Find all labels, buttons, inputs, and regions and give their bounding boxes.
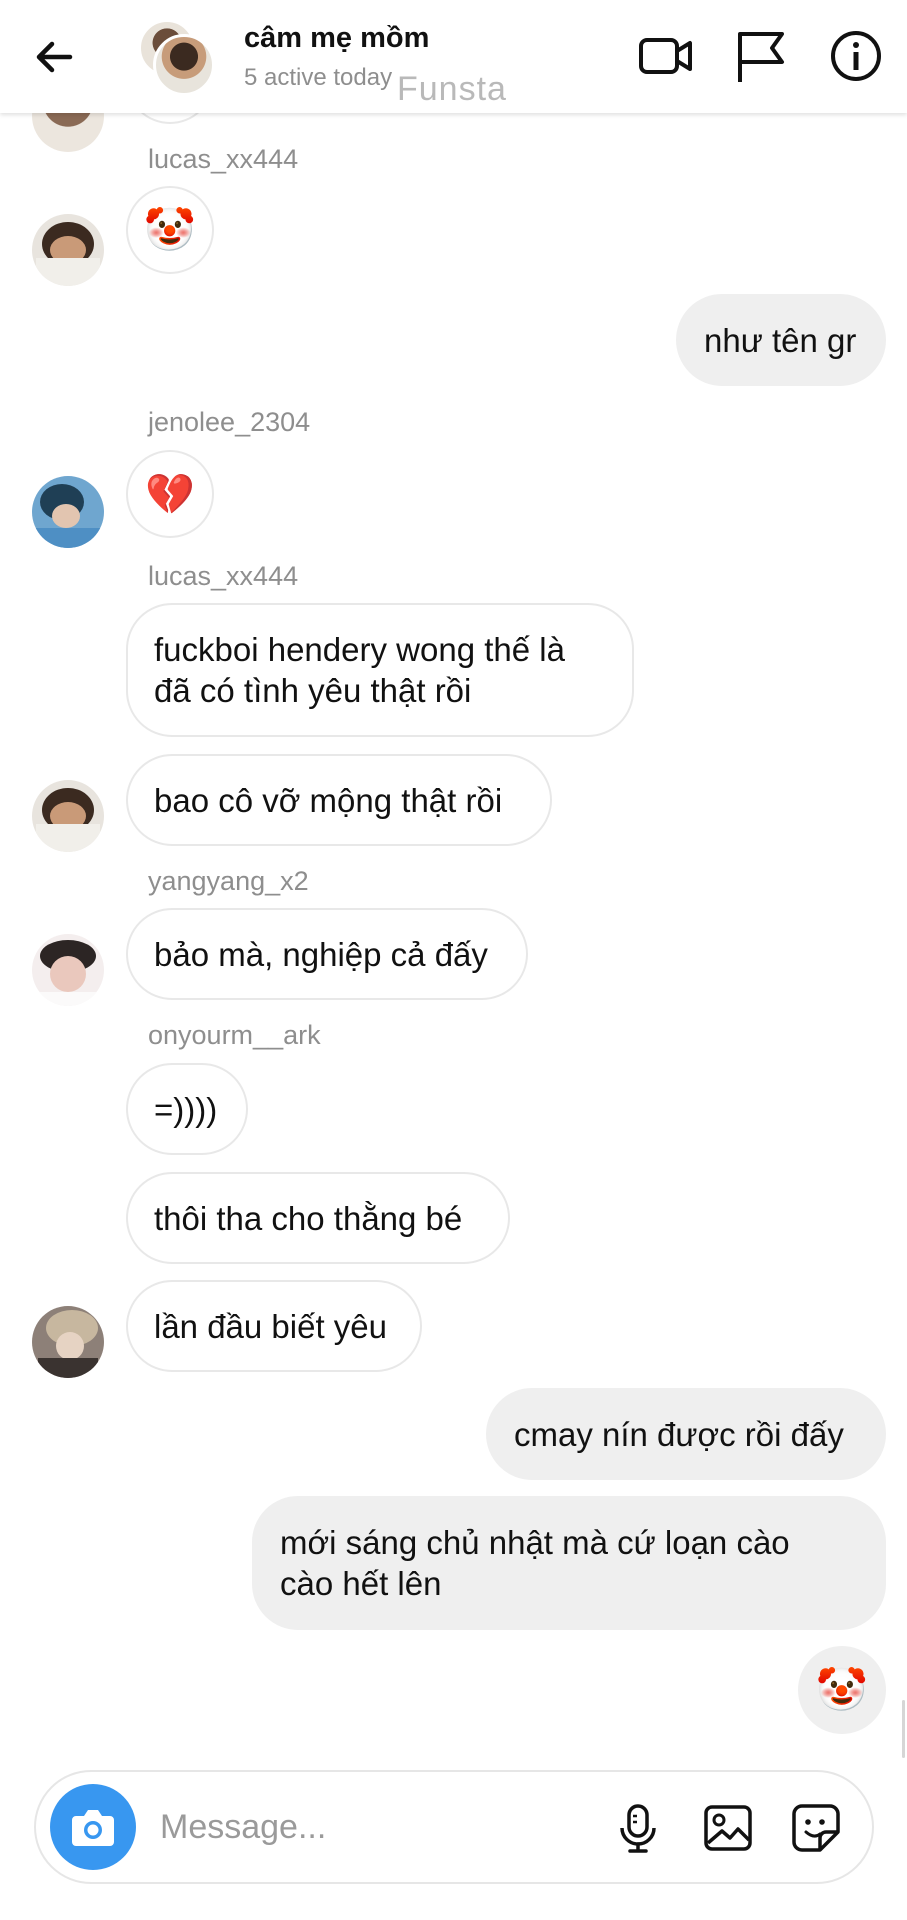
message-text: bảo mà, nghiệp cả đấy [154, 935, 488, 973]
camera-button[interactable] [50, 1784, 136, 1870]
clown-emoji: 🤡 [143, 205, 197, 253]
sender-username[interactable]: yangyang_x2 [148, 866, 309, 897]
clown-emoji: 🤡 [815, 1665, 869, 1713]
gallery-button[interactable] [700, 1800, 756, 1856]
scrollbar[interactable] [902, 1700, 905, 1758]
flag-icon [738, 32, 784, 82]
chat-header: câm mẹ mồm 5 active today Funsta [0, 0, 907, 113]
avatar[interactable] [32, 1306, 104, 1378]
avatar-onyourm-image [32, 1306, 104, 1378]
sticker-button[interactable] [788, 1800, 844, 1856]
group-avatar-front [153, 34, 215, 96]
group-avatar[interactable] [135, 18, 215, 96]
message-text: như tên gr [704, 321, 857, 359]
sticker-icon [792, 1804, 840, 1852]
watermark: Funsta [397, 70, 507, 108]
outgoing-message[interactable]: mới sáng chủ nhật mà cứ loạn cào cào hết… [252, 1496, 886, 1630]
message-text: fuckboi hendery wong thế là đã có tình y… [154, 631, 565, 709]
incoming-message[interactable]: =)))) [126, 1063, 248, 1155]
message-input[interactable] [158, 1796, 602, 1858]
info-icon [831, 31, 881, 81]
avatar[interactable] [32, 780, 104, 852]
message-text: thôi tha cho thằng bé [154, 1199, 463, 1237]
sender-username[interactable]: jenolee_2304 [148, 407, 310, 438]
broken-heart-emoji: 💔 [145, 472, 195, 517]
message-text: cmay nín được rồi đấy [514, 1415, 844, 1453]
sender-username[interactable]: lucas_xx444 [148, 561, 298, 592]
emoji-message[interactable]: 🤡 [126, 186, 214, 274]
incoming-message[interactable]: lần đầu biết yêu [126, 1280, 422, 1372]
info-button[interactable] [826, 26, 886, 86]
message-text: =)))) [154, 1090, 218, 1128]
incoming-message[interactable]: bảo mà, nghiệp cả đấy [126, 908, 528, 1000]
sender-username[interactable]: lucas_xx444 [148, 144, 298, 175]
avatar-yangyang-image [32, 934, 104, 1006]
chat-title[interactable]: câm mẹ mồm [244, 22, 429, 55]
back-button[interactable] [30, 32, 80, 82]
incoming-message[interactable]: thôi tha cho thằng bé [126, 1172, 510, 1264]
active-status: 5 active today [244, 64, 393, 91]
outgoing-message[interactable]: cmay nín được rồi đấy [486, 1388, 886, 1480]
message-text: mới sáng chủ nhật mà cứ loạn cào cào hết… [280, 1524, 790, 1602]
arrow-left-icon [36, 41, 73, 73]
microphone-icon [620, 1804, 656, 1853]
video-camera-icon [639, 38, 692, 74]
message-composer [34, 1770, 874, 1884]
video-call-button[interactable] [636, 26, 696, 86]
avatar[interactable] [32, 934, 104, 1006]
avatar[interactable] [32, 214, 104, 286]
sender-username[interactable]: onyourm__ark [148, 1020, 321, 1051]
avatar-lucas-image [32, 780, 104, 852]
message-text: bao cô vỡ mộng thật rồi [154, 781, 503, 819]
avatar[interactable] [32, 476, 104, 548]
incoming-message[interactable]: bao cô vỡ mộng thật rồi [126, 754, 552, 846]
message-text: lần đầu biết yêu [154, 1307, 388, 1345]
voice-message-button[interactable] [610, 1800, 666, 1856]
outgoing-message[interactable]: như tên gr [676, 294, 886, 386]
camera-icon [72, 1810, 114, 1846]
emoji-message[interactable]: 💔 [126, 450, 214, 538]
report-button[interactable] [730, 26, 790, 86]
avatar-jenolee-image [32, 476, 104, 548]
incoming-message[interactable]: fuckboi hendery wong thế là đã có tình y… [126, 603, 634, 737]
image-icon [704, 1805, 752, 1851]
avatar-lucas-image [32, 214, 104, 286]
emoji-message[interactable]: 🤡 [798, 1646, 886, 1734]
